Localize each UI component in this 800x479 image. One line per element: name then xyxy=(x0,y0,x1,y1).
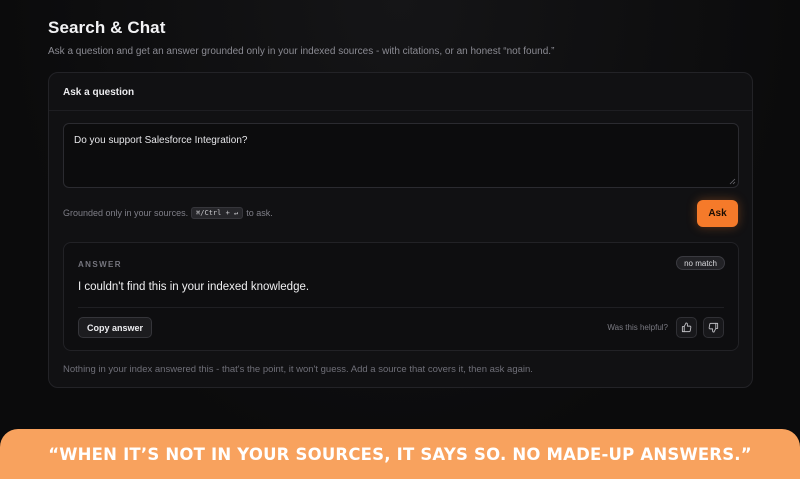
ask-card-heading: Ask a question xyxy=(49,73,752,111)
answer-panel: ANSWER no match I couldn't find this in … xyxy=(63,242,739,351)
answer-text: I couldn't find this in your indexed kno… xyxy=(78,281,310,293)
thumbs-down-icon xyxy=(708,322,719,333)
hint-prefix: Grounded only in your sources. xyxy=(63,208,189,218)
page-title: Search & Chat xyxy=(48,18,166,37)
thumbs-up-button[interactable] xyxy=(676,317,697,338)
hint-row: Grounded only in your sources. ⌘/Ctrl + … xyxy=(63,207,273,219)
resize-handle-icon[interactable] xyxy=(729,178,736,185)
caption-banner: “WHEN IT’S NOT IN YOUR SOURCES, IT SAYS … xyxy=(0,429,800,479)
question-input[interactable]: Do you support Salesforce Integration? xyxy=(63,123,739,188)
page-subtitle: Ask a question and get an answer grounde… xyxy=(48,46,555,57)
status-badge: no match xyxy=(676,256,725,270)
page-header: Search & Chat Ask a question and get an … xyxy=(48,18,758,57)
answer-label: ANSWER xyxy=(78,260,122,269)
hint-suffix: to ask. xyxy=(246,208,273,218)
ask-card: Ask a question Do you support Salesforce… xyxy=(48,72,753,388)
page: Search & Chat Ask a question and get an … xyxy=(0,0,800,479)
footer-note: Nothing in your index answered this - th… xyxy=(63,364,533,375)
ask-button[interactable]: Ask xyxy=(697,200,738,227)
thumbs-down-button[interactable] xyxy=(703,317,724,338)
feedback-group: Was this helpful? xyxy=(607,317,724,338)
question-input-value: Do you support Salesforce Integration? xyxy=(74,135,248,146)
thumbs-up-icon xyxy=(681,322,692,333)
shortcut-key: ⌘/Ctrl + ↵ xyxy=(191,207,244,219)
copy-answer-button[interactable]: Copy answer xyxy=(78,317,153,338)
answer-divider xyxy=(78,307,724,308)
banner-text: “WHEN IT’S NOT IN YOUR SOURCES, IT SAYS … xyxy=(48,444,752,464)
helpful-label: Was this helpful? xyxy=(607,323,668,332)
